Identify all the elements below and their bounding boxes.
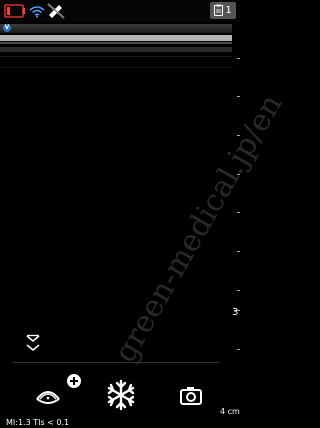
status-bar: 1: [0, 0, 240, 22]
divider: [13, 362, 219, 363]
clipboard-icon: [214, 1, 224, 20]
depth-scale: [232, 22, 240, 407]
camera-icon[interactable]: [179, 385, 203, 407]
no-phone-icon: [47, 3, 65, 23]
clipboard-count: 1: [225, 4, 232, 16]
battery-icon: [4, 3, 26, 22]
plus-icon[interactable]: [67, 374, 81, 388]
probe-mode-icon[interactable]: [34, 381, 62, 409]
near-field-band: [0, 42, 232, 44]
snowflake-icon[interactable]: [104, 378, 138, 412]
near-field-band: [0, 56, 232, 57]
near-field-band: [0, 47, 232, 52]
depth-scale-label: 3: [232, 307, 239, 318]
double-chevron-down-icon[interactable]: [24, 333, 42, 355]
mi-tis-readout: MI:1.3 TIs < 0.1: [6, 418, 70, 427]
near-field-band: [0, 35, 232, 41]
near-field-band: [0, 24, 232, 33]
near-field-band: [0, 67, 232, 68]
probe-orientation-marker: V: [3, 24, 11, 32]
wifi-icon: [29, 3, 45, 22]
depth-readout: 4 cm: [220, 407, 240, 416]
clipboard-badge[interactable]: 1: [210, 2, 236, 19]
